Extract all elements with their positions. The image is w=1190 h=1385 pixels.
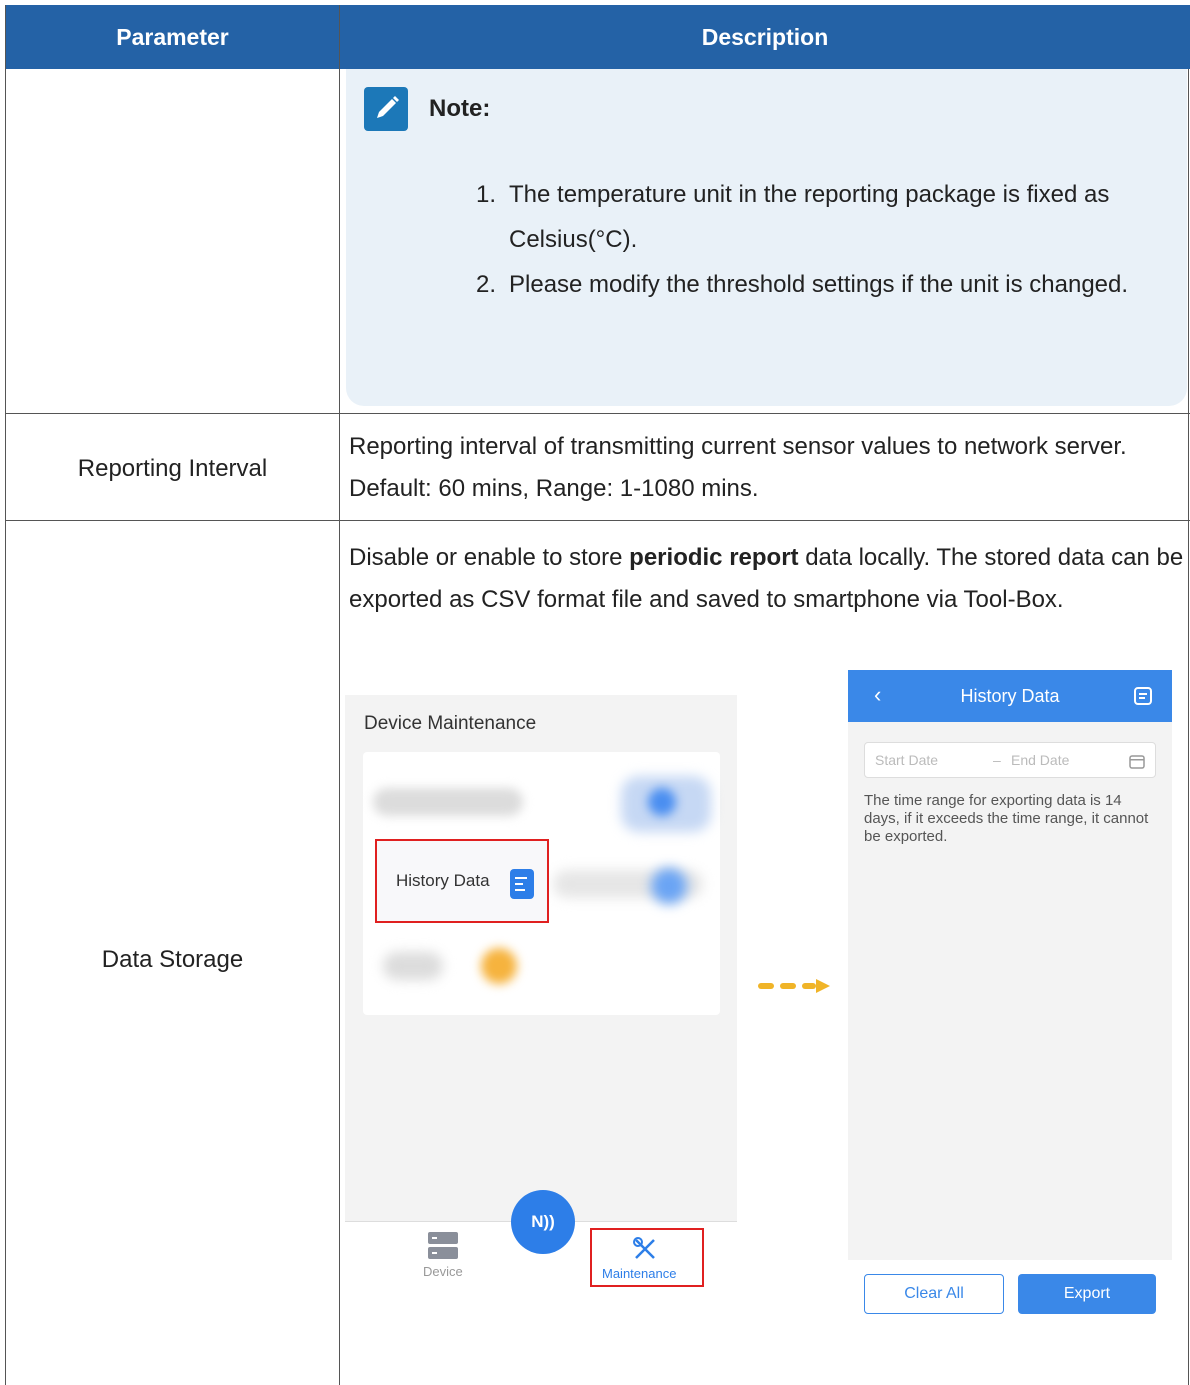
desc-reporting-interval: Reporting interval of transmitting curre… (349, 433, 1127, 502)
param-reporting-interval: Reporting Interval (77, 455, 268, 482)
arrow-right-icon (758, 979, 830, 993)
history-data-screenshot: ‹ History Data Start Date – End Date The… (848, 670, 1172, 1314)
list-text: The temperature unit in the reporting pa… (509, 181, 1110, 253)
document-icon (510, 869, 534, 899)
device-maintenance-screenshot: Device Maintenance History Data Device M… (345, 695, 737, 1287)
blurred-icon (651, 868, 687, 904)
history-data-label: History Data (396, 871, 490, 890)
server-icon[interactable] (428, 1232, 458, 1265)
end-date-field[interactable]: End Date (1011, 752, 1069, 768)
table-header: Parameter Description (6, 5, 1190, 69)
export-button[interactable]: Export (1018, 1274, 1156, 1314)
blurred-item (383, 952, 443, 980)
clear-all-button[interactable]: Clear All (864, 1274, 1004, 1314)
nfc-button[interactable]: N)) (511, 1190, 575, 1254)
param-data-storage: Data Storage (101, 946, 244, 973)
note-box: Note: 1. The temperature unit in the rep… (346, 69, 1187, 406)
column-divider (339, 5, 340, 1385)
list-text: Please modify the threshold settings if … (509, 271, 1129, 298)
date-range-input[interactable]: Start Date – End Date (864, 742, 1156, 778)
screen-title: History Data (960, 686, 1060, 706)
header-description: Description (701, 24, 829, 50)
row-divider (6, 413, 1190, 414)
desc-text: Disable or enable to store (349, 544, 630, 571)
history-data-item[interactable]: History Data (375, 839, 549, 923)
row-divider (6, 520, 1190, 521)
dash-separator: – (993, 752, 1001, 768)
blurred-icon (481, 948, 517, 984)
screen-title: Device Maintenance (364, 713, 537, 734)
calendar-icon[interactable] (1129, 753, 1145, 772)
list-item: 2. Please modify the threshold settings … (476, 262, 1176, 307)
list-number: 2. (476, 271, 497, 298)
export-info-text: The time range for exporting data is 14 … (864, 792, 1149, 845)
note-list: 1. The temperature unit in the reporting… (476, 172, 1176, 307)
start-date-field[interactable]: Start Date (875, 752, 938, 768)
document-icon[interactable] (1134, 687, 1152, 710)
blurred-item (373, 788, 523, 816)
screen-header: ‹ History Data (848, 670, 1172, 722)
pencil-icon (364, 87, 408, 131)
desc-data-storage: Disable or enable to store periodic repo… (349, 537, 1185, 621)
tab-maintenance[interactable]: Maintenance (590, 1228, 704, 1287)
blurred-icon (648, 788, 676, 816)
tab-device[interactable]: Device (423, 1264, 463, 1279)
list-item: 1. The temperature unit in the reporting… (476, 172, 1176, 262)
list-number: 1. (476, 181, 497, 208)
header-parameter: Parameter (116, 24, 229, 50)
tab-maintenance-label: Maintenance (602, 1266, 677, 1281)
tools-icon (632, 1236, 658, 1267)
desc-bold: periodic report (629, 544, 799, 571)
note-title: Note: (429, 95, 491, 122)
